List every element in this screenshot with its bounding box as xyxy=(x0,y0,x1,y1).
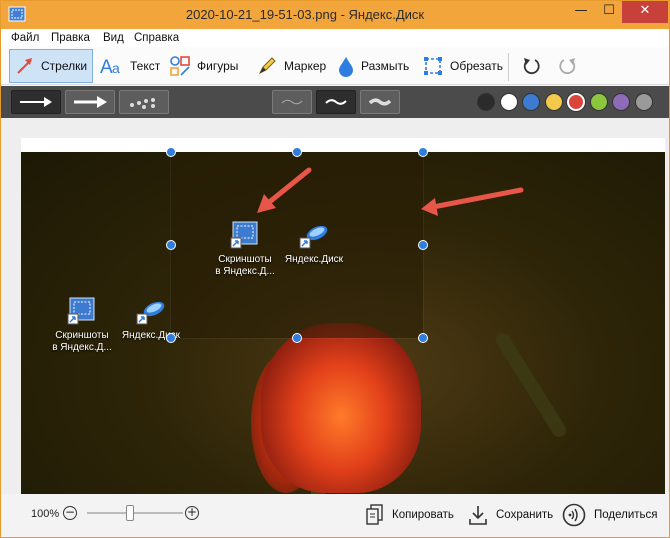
arrow-style-thin[interactable] xyxy=(11,90,61,114)
menu-file[interactable]: Файл xyxy=(11,32,39,44)
text-icon: A a xyxy=(100,57,120,77)
zoom-out-button[interactable]: − xyxy=(63,506,77,520)
thick-arrow-icon xyxy=(74,96,107,108)
selection-handle[interactable] xyxy=(166,333,176,343)
tool-label: Маркер xyxy=(284,59,327,73)
selection-handle[interactable] xyxy=(166,240,176,250)
color-swatch[interactable] xyxy=(567,93,585,111)
tool-arrows[interactable]: Стрелки xyxy=(9,49,93,83)
zoom-level: 100% xyxy=(31,508,60,520)
copy-button[interactable]: Копировать xyxy=(366,501,454,529)
tool-crop[interactable]: Обрезать xyxy=(421,49,503,83)
status-bar: 100% − + Копировать Сохранить Поделиться xyxy=(1,495,669,537)
toolbar-separator xyxy=(508,53,509,81)
svg-text:a: a xyxy=(112,60,120,76)
shapes-icon xyxy=(170,56,190,76)
zoom-slider-thumb[interactable] xyxy=(126,505,135,521)
annotation-arrow[interactable] xyxy=(257,167,312,213)
arrow-icon xyxy=(17,58,32,74)
marker-icon xyxy=(258,57,276,75)
arrow-style-dotted[interactable] xyxy=(119,90,169,114)
selection-handle[interactable] xyxy=(166,147,176,157)
maximize-button[interactable]: ☐ xyxy=(596,1,622,23)
tool-label: Фигуры xyxy=(197,59,239,73)
zoom-slider[interactable] xyxy=(87,512,183,514)
toolbar: Стрелки A a Текст Фигуры Маркер Размыть … xyxy=(1,47,669,85)
undo-icon xyxy=(523,58,540,75)
app-window: 2020-10-21_19-51-03.png - Яндекс.Диск — … xyxy=(0,0,670,538)
selection-handle[interactable] xyxy=(418,240,428,250)
tool-label: Стрелки xyxy=(41,59,88,73)
color-swatch[interactable] xyxy=(477,93,495,111)
minimize-button[interactable]: — xyxy=(568,1,594,23)
redo-icon xyxy=(559,58,576,75)
tool-shapes[interactable]: Фигуры xyxy=(168,49,238,83)
share-label: Поделиться xyxy=(594,509,658,521)
arrow-style-thick[interactable] xyxy=(65,90,115,114)
tool-label: Размыть xyxy=(361,59,410,73)
tool-blur[interactable]: Размыть xyxy=(336,49,409,83)
menu-edit[interactable]: Правка xyxy=(51,32,90,44)
download-icon xyxy=(469,506,487,525)
tool-marker[interactable]: Маркер xyxy=(255,49,326,83)
menu-bar: Файл Правка Вид Справка xyxy=(1,29,669,47)
share-icon xyxy=(562,503,586,527)
line-width-thin[interactable] xyxy=(272,90,312,114)
thin-wave-icon xyxy=(281,99,303,105)
line-width-thick[interactable] xyxy=(360,90,400,114)
save-button[interactable]: Сохранить xyxy=(468,501,553,529)
copy-icon xyxy=(366,504,383,525)
share-button[interactable]: Поделиться xyxy=(562,501,658,529)
thick-wave-icon xyxy=(368,98,392,106)
window-title: 2020-10-21_19-51-03.png - Яндекс.Диск xyxy=(185,7,425,22)
thin-arrow-icon xyxy=(20,97,52,107)
selection-handle[interactable] xyxy=(418,333,428,343)
color-swatch[interactable] xyxy=(589,93,608,111)
redo-button[interactable] xyxy=(557,49,584,83)
editor-canvas[interactable]: Скриншоты в Яндекс.Д... Яндекс.Диск Скри… xyxy=(1,118,669,494)
tool-label: Обрезать xyxy=(450,59,503,73)
selection-handle[interactable] xyxy=(292,147,302,157)
undo-button[interactable] xyxy=(520,49,547,83)
dotted-arrow-icon xyxy=(130,98,155,109)
color-swatch[interactable] xyxy=(612,93,630,111)
line-width-medium[interactable] xyxy=(316,90,356,114)
app-icon xyxy=(8,6,26,22)
color-swatch[interactable] xyxy=(499,93,518,111)
blur-drop-icon xyxy=(339,57,353,77)
color-swatch[interactable] xyxy=(544,93,563,111)
selection-handle[interactable] xyxy=(418,147,428,157)
annotation-layer xyxy=(257,167,524,216)
crop-icon xyxy=(424,57,442,75)
screenshot-image[interactable]: Скриншоты в Яндекс.Д... Яндекс.Диск Скри… xyxy=(21,138,665,494)
style-bar xyxy=(1,86,669,118)
zoom-in-button[interactable]: + xyxy=(185,506,199,520)
menu-help[interactable]: Справка xyxy=(134,32,179,44)
selection-handle[interactable] xyxy=(292,333,302,343)
annotation-arrow[interactable] xyxy=(421,187,524,216)
color-swatch[interactable] xyxy=(522,93,540,111)
title-bar[interactable]: 2020-10-21_19-51-03.png - Яндекс.Диск — … xyxy=(1,1,669,29)
save-label: Сохранить xyxy=(496,509,554,521)
color-swatch[interactable] xyxy=(634,93,653,111)
medium-wave-icon xyxy=(325,99,347,105)
close-button[interactable]: ✕ xyxy=(622,1,668,23)
copy-label: Копировать xyxy=(392,509,454,521)
tool-text[interactable]: A a Текст xyxy=(99,49,160,83)
tool-label: Текст xyxy=(130,59,161,73)
menu-view[interactable]: Вид xyxy=(103,32,124,44)
